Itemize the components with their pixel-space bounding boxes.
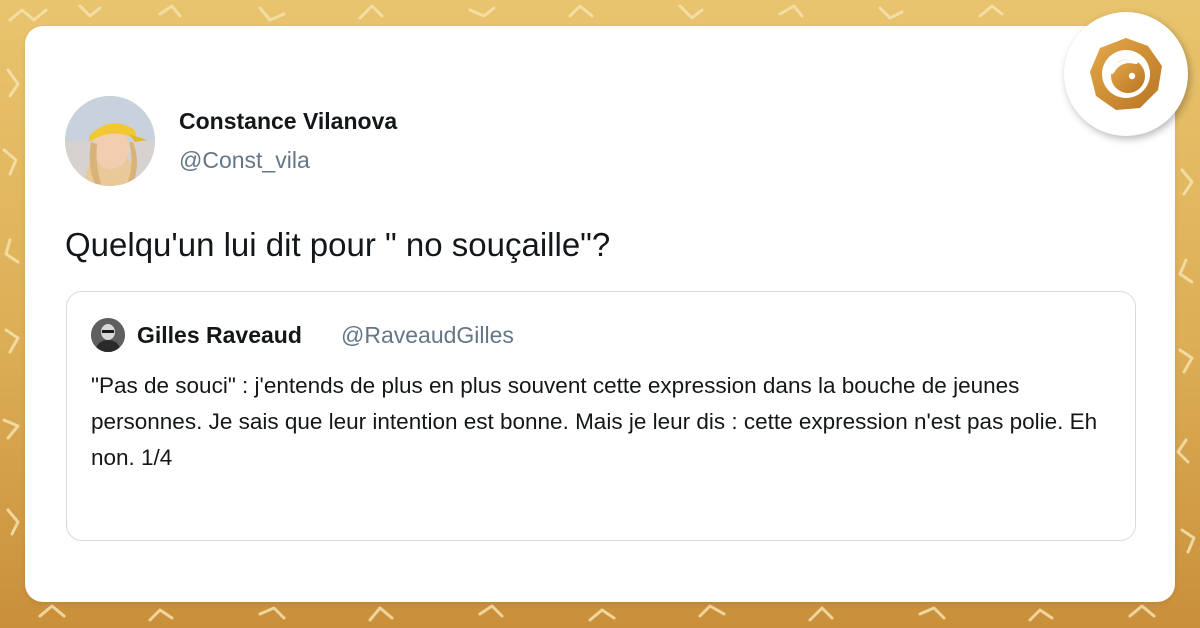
quoted-author-photo-icon [91,318,125,352]
quoted-author-avatar[interactable] [91,318,125,352]
quoted-author-handle[interactable]: @RaveaudGilles [341,322,514,349]
author-photo-icon [65,96,155,186]
gold-bird-badge-icon [1090,38,1162,110]
tweet-text: Quelqu'un lui dit pour " no souçaille"? [65,226,611,263]
author-handle[interactable]: @Const_vila [179,147,310,174]
tweet-card: Constance Vilanova @Const_vila Quelqu'un… [25,26,1175,602]
quoted-tweet[interactable]: Gilles Raveaud @RaveaudGilles "Pas de so… [66,291,1136,541]
author-name[interactable]: Constance Vilanova [179,108,397,135]
author-avatar[interactable] [65,96,155,186]
brand-logo-badge [1064,12,1188,136]
quoted-author-name[interactable]: Gilles Raveaud [137,322,302,349]
quoted-tweet-text: "Pas de souci" : j'entends de plus en pl… [91,373,1098,470]
